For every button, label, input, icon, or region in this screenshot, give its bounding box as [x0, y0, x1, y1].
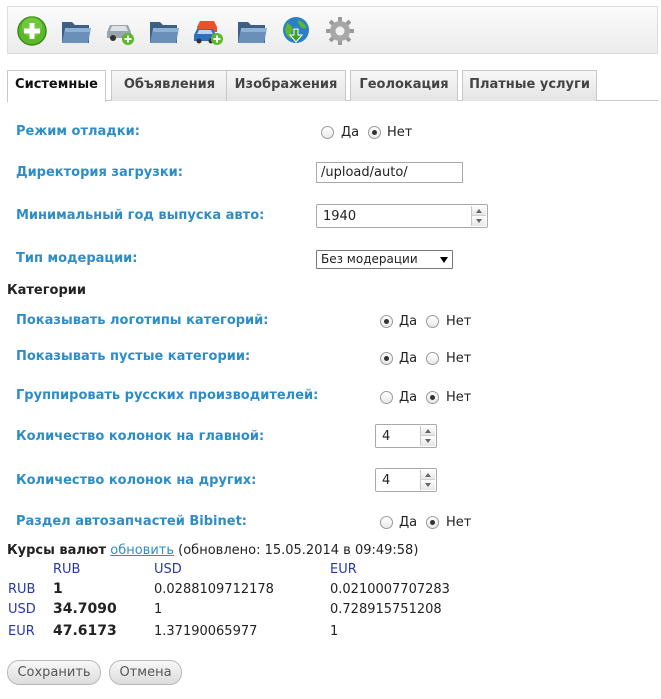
show-logos-no-label: Нет [446, 314, 472, 329]
toolbar [7, 6, 658, 54]
group-russian-no-radio[interactable] [426, 391, 439, 404]
rates-cell-eur: 0.0210007707283 [330, 582, 450, 597]
categories-heading: Категории [7, 283, 86, 298]
moderation-select[interactable]: Без модерации [316, 250, 453, 269]
tab-images[interactable]: Изображения [226, 70, 346, 101]
show-empty-radio-group: Да Нет [380, 351, 480, 367]
group-russian-radio-group: Да Нет [380, 390, 480, 406]
rates-updated: (обновлено: 15.05.2014 в 09:49:58) [178, 543, 419, 558]
bibinet-radio-group: Да Нет [380, 515, 480, 531]
rates-header-rub: RUB [53, 562, 81, 577]
bibinet-no-radio[interactable] [426, 516, 439, 529]
cols-main-stepper[interactable]: 4 [375, 424, 437, 448]
min-year-up-button[interactable] [471, 206, 486, 216]
cols-main-value: 4 [382, 429, 391, 444]
rates-row-code: EUR [8, 624, 35, 639]
tab-ads[interactable]: Объявления [111, 70, 228, 101]
show-empty-yes-radio[interactable] [380, 352, 393, 365]
bibinet-label: Раздел автозапчастей Bibinet: [16, 514, 247, 529]
save-button[interactable]: Сохранить [7, 660, 101, 685]
rates-title-line: Курсы валют обновить (обновлено: 15.05.2… [7, 543, 418, 558]
moderation-value: Без модерации [321, 252, 418, 266]
debug-mode-no-label: Нет [387, 125, 413, 140]
rates-cell-eur: 0.728915751208 [330, 602, 442, 617]
cols-other-label: Количество колонок на других: [16, 473, 257, 488]
cancel-button[interactable]: Отмена [109, 660, 182, 685]
rates-cell-usd: 0.0288109712178 [154, 582, 274, 597]
min-year-value: 1940 [323, 209, 357, 224]
rates-header-usd: USD [154, 562, 182, 577]
tab-geolocation[interactable]: Геолокация [350, 70, 458, 101]
show-empty-no-label: Нет [446, 351, 472, 366]
rates-row-code: RUB [8, 582, 36, 597]
tab-bar: Системные Объявления Изображения Геолока… [7, 70, 658, 102]
bibinet-yes-label: Да [399, 515, 418, 530]
upload-dir-input[interactable] [316, 162, 463, 183]
group-russian-no-label: Нет [446, 390, 472, 405]
cols-main-label: Количество колонок на главной: [16, 429, 265, 444]
chevron-down-icon [440, 257, 448, 263]
add-cars-icon[interactable] [192, 15, 224, 47]
debug-mode-yes-radio[interactable] [321, 126, 334, 139]
bibinet-yes-radio[interactable] [380, 516, 393, 529]
moderation-label: Тип модерации: [16, 251, 138, 266]
show-empty-no-radio[interactable] [426, 352, 439, 365]
group-russian-yes-radio[interactable] [380, 391, 393, 404]
rates-cell-eur: 1 [330, 624, 339, 639]
debug-mode-label: Режим отладки: [16, 124, 140, 139]
show-logos-yes-label: Да [399, 314, 418, 329]
rates-heading: Курсы валют [7, 543, 107, 558]
min-year-down-button[interactable] [471, 216, 486, 226]
show-empty-yes-label: Да [399, 351, 418, 366]
folder-icon[interactable] [60, 15, 92, 47]
show-logos-radio-group: Да Нет [380, 314, 480, 330]
show-empty-label: Показывать пустые категории: [16, 349, 251, 364]
bibinet-no-label: Нет [446, 515, 472, 530]
cols-other-stepper[interactable]: 4 [375, 468, 437, 492]
tab-system[interactable]: Системные [7, 70, 106, 102]
cols-main-down-button[interactable] [420, 436, 435, 446]
rates-cell-rub: 1 [53, 581, 63, 597]
group-russian-yes-label: Да [399, 390, 418, 405]
tab-paid-services[interactable]: Платные услуги [462, 70, 597, 101]
debug-mode-no-radio[interactable] [368, 126, 381, 139]
cols-other-up-button[interactable] [420, 470, 435, 480]
show-logos-label: Показывать логотипы категорий: [16, 313, 269, 328]
upload-dir-label: Директория загрузки: [16, 165, 183, 180]
folder-icon[interactable] [236, 15, 268, 47]
rates-cell-usd: 1 [154, 602, 163, 617]
rates-cell-usd: 1.37190065977 [154, 624, 258, 639]
show-logos-no-radio[interactable] [426, 315, 439, 328]
show-logos-yes-radio[interactable] [380, 315, 393, 328]
min-year-stepper[interactable]: 1940 [316, 204, 488, 228]
cols-other-value: 4 [382, 473, 391, 488]
cols-main-up-button[interactable] [420, 426, 435, 436]
gear-icon[interactable] [324, 15, 356, 47]
add-car-icon[interactable] [104, 15, 136, 47]
rates-refresh-link[interactable]: обновить [110, 543, 174, 558]
rates-row-code: USD [8, 602, 36, 617]
group-russian-label: Группировать русских производителей: [16, 388, 319, 403]
folder-icon[interactable] [148, 15, 180, 47]
globe-download-icon[interactable] [280, 15, 312, 47]
debug-mode-yes-label: Да [341, 125, 360, 140]
min-year-label: Минимальный год выпуска авто: [16, 208, 265, 223]
cols-other-down-button[interactable] [420, 480, 435, 490]
rates-cell-rub: 47.6173 [53, 623, 117, 639]
add-icon[interactable] [16, 15, 48, 47]
debug-mode-radio-group: Да Нет [321, 125, 421, 141]
rates-cell-rub: 34.7090 [53, 601, 117, 617]
rates-header-eur: EUR [330, 562, 357, 577]
